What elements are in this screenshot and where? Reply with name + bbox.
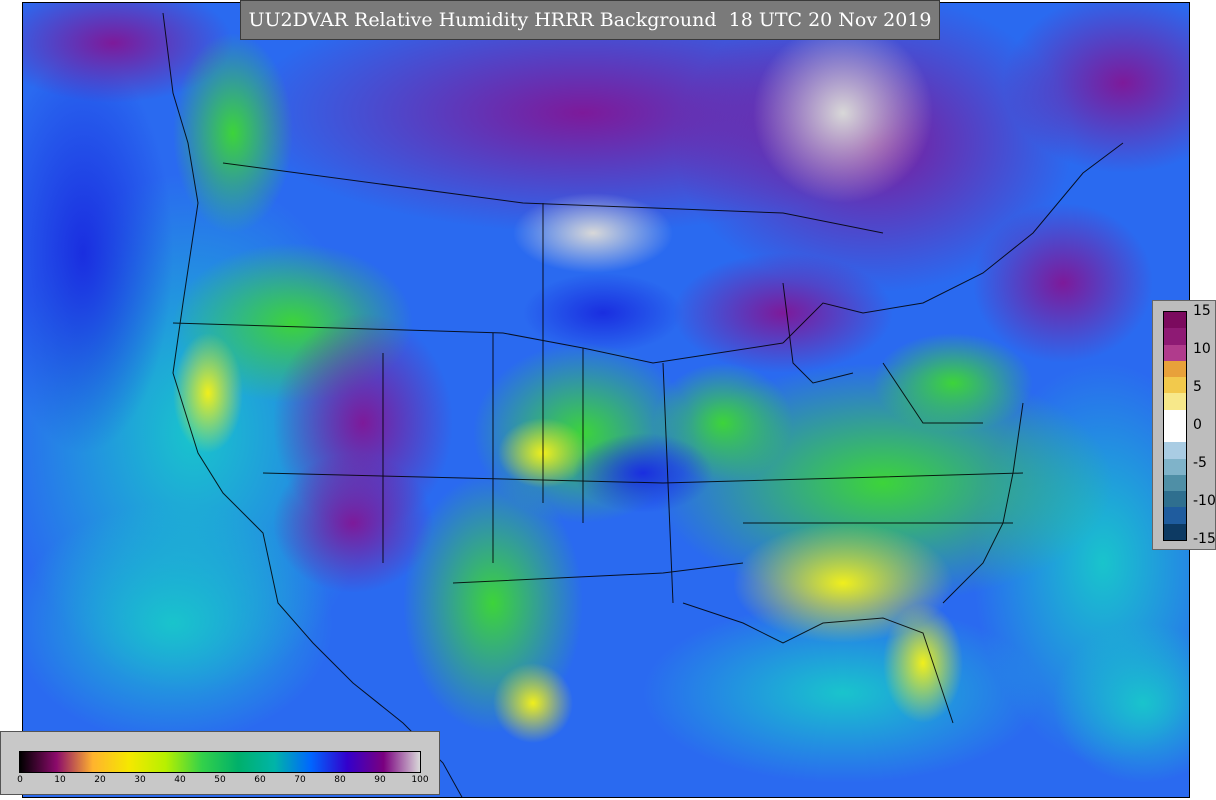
humidity-tick-label: 70: [294, 775, 306, 785]
humidity-tick-label: 90: [374, 775, 386, 785]
difference-colorbar-segment: [1164, 377, 1186, 394]
humidity-tick-label: 60: [254, 775, 266, 785]
difference-tick-label: -10: [1193, 493, 1216, 509]
humidity-colorbar: 0 10 20 30 40 50 60 70 80 90 100: [0, 731, 440, 795]
difference-colorbar-segment: [1164, 312, 1186, 329]
difference-colorbar-segment: [1164, 507, 1186, 524]
difference-colorbar-segment: [1164, 523, 1186, 540]
humidity-tick-label: 30: [134, 775, 146, 785]
humidity-tick-label: 40: [174, 775, 186, 785]
difference-tick-label: -5: [1193, 455, 1207, 471]
difference-colorbar-segment: [1164, 360, 1186, 378]
difference-colorbar-segment: [1164, 409, 1186, 426]
difference-tick-label: 10: [1193, 341, 1211, 357]
difference-colorbar-scale: [1163, 311, 1187, 541]
difference-colorbar-segment: [1164, 328, 1186, 345]
difference-colorbar-segment: [1164, 491, 1186, 508]
humidity-tick-label: 80: [334, 775, 346, 785]
humidity-tick-label: 50: [214, 775, 226, 785]
difference-tick-label: -15: [1193, 531, 1216, 547]
humidity-tick-label: 10: [54, 775, 66, 785]
difference-colorbar-segment: [1164, 393, 1186, 410]
difference-colorbar-segment: [1164, 425, 1186, 443]
difference-tick-label: 15: [1193, 303, 1211, 319]
difference-colorbar-segment: [1164, 442, 1186, 459]
map-title: UU2DVAR Relative Humidity HRRR Backgroun…: [240, 0, 940, 40]
difference-tick-label: 5: [1193, 379, 1202, 395]
map-canvas: [23, 3, 1189, 797]
difference-colorbar-segment: [1164, 474, 1186, 492]
difference-tick-label: 0: [1193, 417, 1202, 433]
difference-colorbar: 15 10 5 0 -5 -10 -15: [1152, 300, 1216, 550]
difference-colorbar-segment: [1164, 458, 1186, 475]
humidity-map: [22, 2, 1190, 798]
humidity-tick-label: 0: [17, 775, 23, 785]
humidity-tick-label: 20: [94, 775, 106, 785]
humidity-tick-label: 100: [411, 775, 429, 785]
difference-colorbar-segment: [1164, 344, 1186, 361]
humidity-colorbar-scale: [19, 751, 421, 773]
